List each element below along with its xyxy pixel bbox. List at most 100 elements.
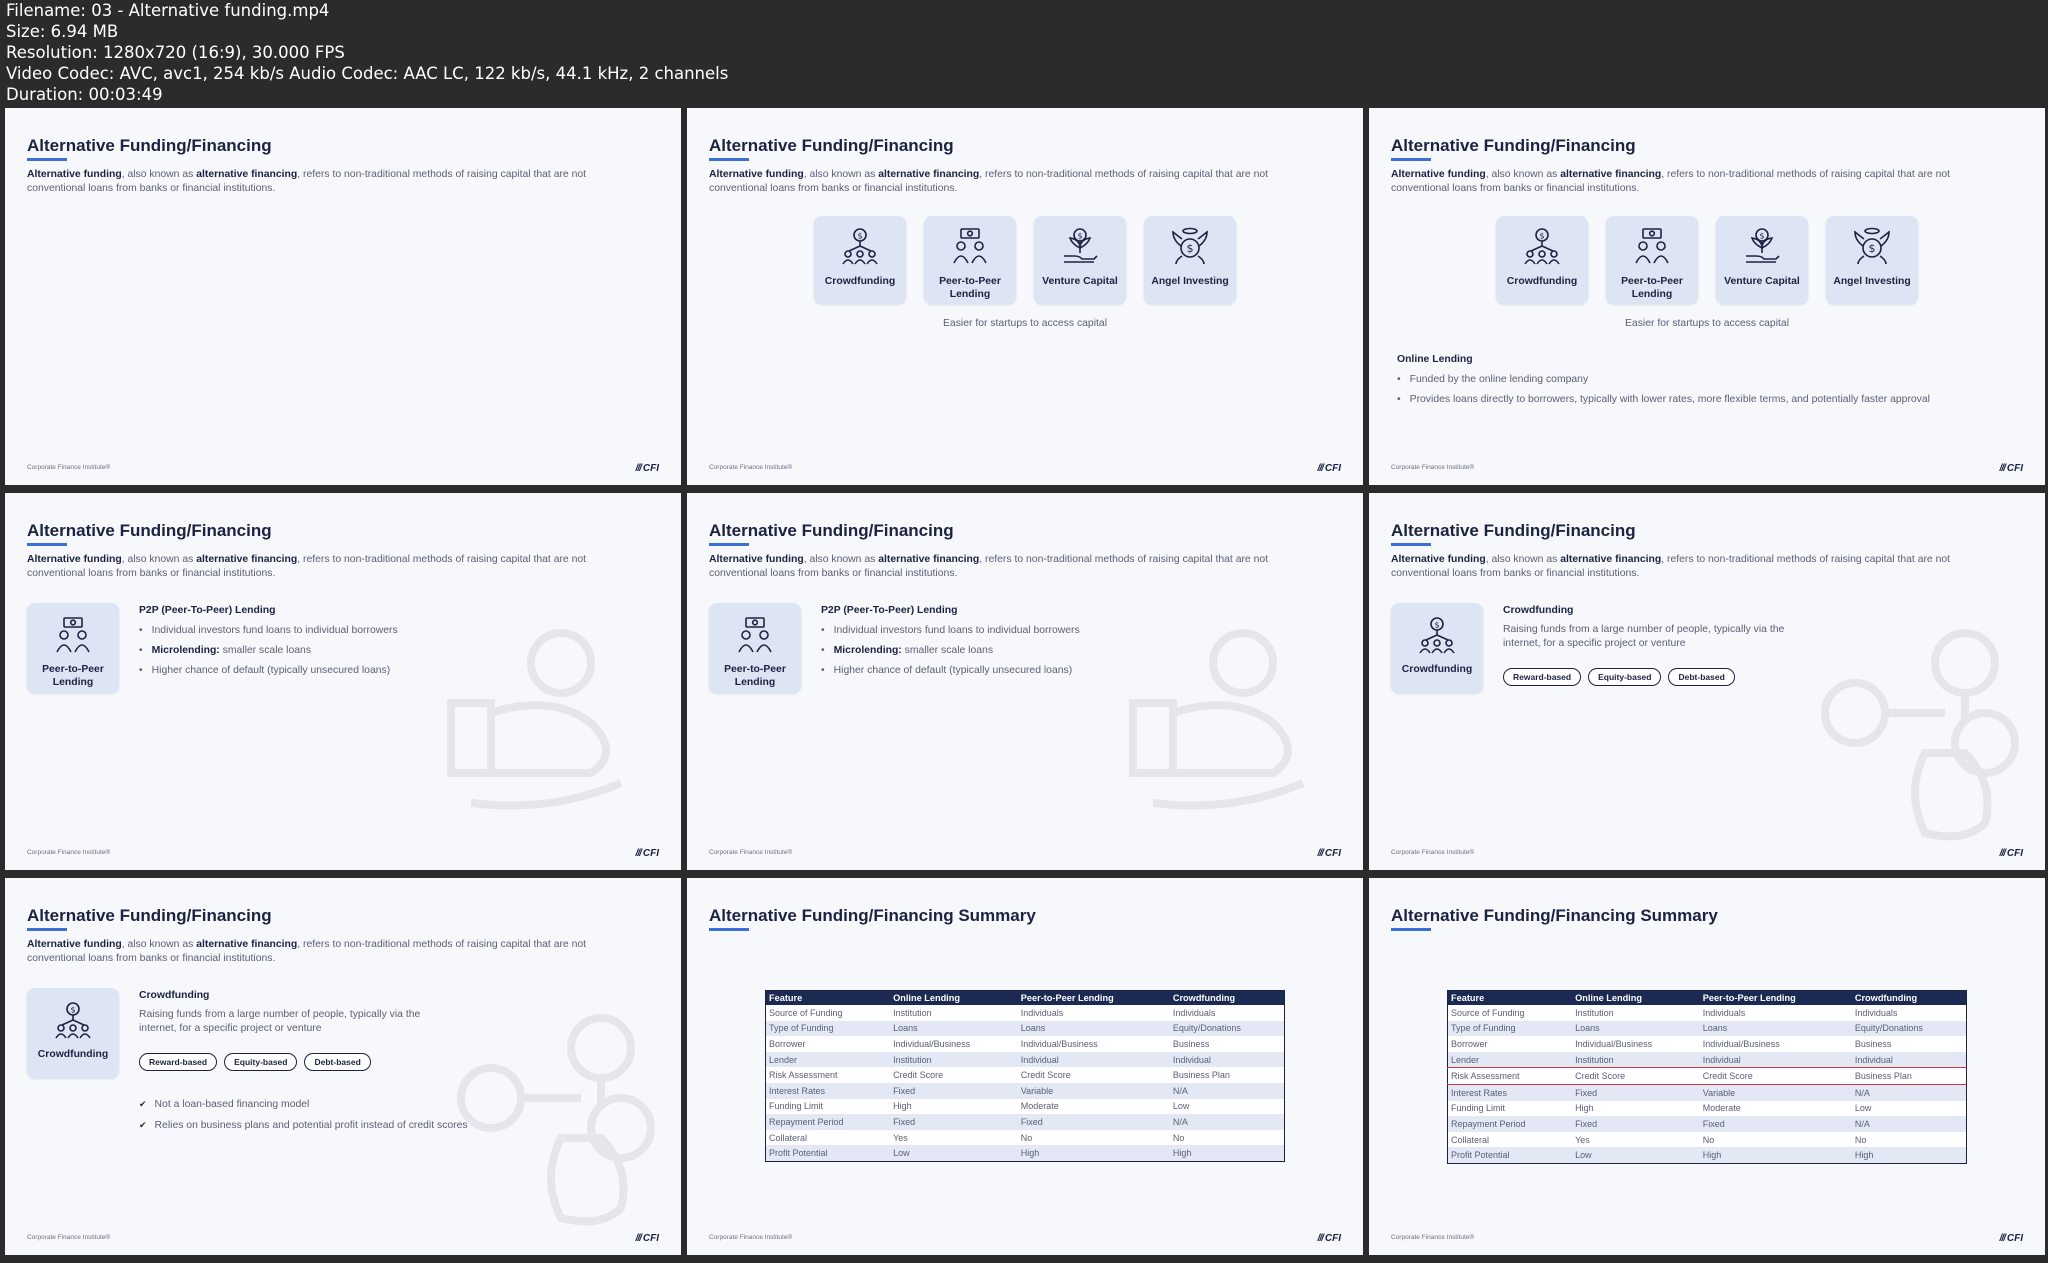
- title-underline: [709, 158, 749, 161]
- crowdfunding-card[interactable]: $ Crowdfunding: [1391, 603, 1483, 693]
- slide-thumbnail-4[interactable]: Alternative Funding/Financing Alternativ…: [5, 493, 681, 870]
- crowdfunding-heading: Crowdfunding: [1503, 605, 1574, 616]
- table-row: Interest Rates Fixed Variable N/A: [1447, 1084, 1967, 1101]
- table-cell: Source of Funding: [1447, 1005, 1573, 1021]
- peer-to-peer-card[interactable]: Peer-to-Peer Lending: [1606, 216, 1698, 304]
- table-cell: Fixed: [890, 1082, 1018, 1099]
- slide-title: Alternative Funding/Financing: [27, 906, 272, 925]
- slide-thumbnail-5[interactable]: Alternative Funding/Financing Alternativ…: [687, 493, 1363, 870]
- peer-to-peer-icon: [735, 603, 775, 660]
- crowdfunding-checklist: Not a loan-based financing modelRelies o…: [139, 1094, 468, 1136]
- peer-to-peer-card[interactable]: Peer-to-Peer Lending: [27, 603, 119, 693]
- table-cell: Fixed: [1572, 1084, 1700, 1101]
- slide-thumbnail-3[interactable]: Alternative Funding/Financing Alternativ…: [1369, 108, 2045, 485]
- table-cell: Individuals: [1699, 1005, 1852, 1021]
- bullet-item: Individual investors fund loans to indiv…: [821, 621, 1080, 641]
- cfi-logo: ///CFI: [1317, 463, 1341, 474]
- table-cell: Yes: [1572, 1131, 1700, 1148]
- slide-thumbnail-7[interactable]: Alternative Funding/Financing Alternativ…: [5, 878, 681, 1255]
- table-row: Source of Funding Institution Individuals I…: [1447, 1005, 1967, 1021]
- title-underline: [1391, 543, 1431, 546]
- table-cell: High: [1572, 1100, 1700, 1117]
- slide-footer: Corporate Finance Institute®: [709, 464, 793, 471]
- table-header-cell: Peer-to-Peer Lending: [1017, 990, 1170, 1005]
- crowdfunding-type-pill[interactable]: Equity-based: [224, 1053, 298, 1071]
- venture-capital-card[interactable]: $ Venture Capital: [1716, 216, 1808, 304]
- table-cell: Institution: [890, 1051, 1018, 1068]
- svg-text:$: $: [1187, 242, 1194, 255]
- svg-text:$: $: [1869, 242, 1876, 255]
- angel-investing-card[interactable]: $ Angel Investing: [1144, 216, 1236, 304]
- crowdfunding-icon: $: [1417, 603, 1457, 660]
- slide-description: Alternative funding, also known as alter…: [1391, 169, 1951, 194]
- crowdfunding-card[interactable]: $ Crowdfunding: [27, 988, 119, 1078]
- table-header-cell: Crowdfunding: [1851, 990, 1967, 1005]
- card-label: Crowdfunding: [1506, 276, 1578, 287]
- slide-thumbnail-2[interactable]: Alternative Funding/Financing Alternativ…: [687, 108, 1363, 485]
- table-cell: Collateral: [1447, 1131, 1573, 1148]
- angel-investing-card[interactable]: $ Angel Investing: [1826, 216, 1918, 304]
- table-row: Interest Rates Fixed Variable N/A: [765, 1082, 1285, 1099]
- thumbnail-grid: Alternative Funding/Financing Alternativ…: [5, 108, 2045, 1255]
- crowdfunding-type-pill[interactable]: Reward-based: [139, 1053, 218, 1071]
- slide-title: Alternative Funding/Financing Summary: [709, 906, 1036, 925]
- slide-description: Alternative funding, also known as alter…: [709, 554, 1269, 579]
- table-cell: Risk Assessment: [1447, 1067, 1573, 1085]
- bullet-item: Provides loans directly to borrowers, ty…: [1397, 390, 1930, 410]
- table-cell: Institution: [1572, 1051, 1700, 1068]
- card-label: Venture Capital: [1724, 276, 1800, 287]
- bullet-item: Microlending: smaller scale loans: [139, 641, 398, 661]
- table-cell: Low: [890, 1145, 1018, 1162]
- venture-capital-icon: $: [1742, 216, 1782, 271]
- peer-to-peer-card[interactable]: Peer-to-Peer Lending: [924, 216, 1016, 304]
- table-header-cell: Feature: [765, 990, 891, 1005]
- table-cell: N/A: [1169, 1114, 1285, 1130]
- table-row: Funding Limit High Moderate Low: [765, 1098, 1285, 1115]
- title-underline: [1391, 928, 1431, 931]
- slide-footer: Corporate Finance Institute®: [709, 849, 793, 856]
- venture-capital-card[interactable]: $ Venture Capital: [1034, 216, 1126, 304]
- title-underline: [27, 158, 67, 161]
- table-header-row: Feature Online Lending Peer-to-Peer Lendin…: [765, 990, 1285, 1005]
- table-cell: Repayment Period: [765, 1114, 891, 1130]
- slide-thumbnail-1[interactable]: Alternative Funding/Financing Alternativ…: [5, 108, 681, 485]
- table-header-cell: Peer-to-Peer Lending: [1699, 990, 1852, 1005]
- hand-money-watermark-icon: [1129, 629, 1305, 810]
- crowdfunding-type-pill[interactable]: Reward-based: [1503, 668, 1582, 686]
- table-cell: N/A: [1851, 1116, 1967, 1132]
- check-item: Relies on business plans and potential p…: [139, 1115, 468, 1136]
- peer-to-peer-card[interactable]: Peer-to-Peer Lending: [709, 603, 801, 693]
- card-label: Peer-to-Peer Lending: [1621, 276, 1683, 300]
- cards-caption: Easier for startups to access capital: [1624, 318, 1789, 329]
- cfi-logo: ///CFI: [1317, 848, 1341, 859]
- bullet-item: Individual investors fund loans to indiv…: [139, 621, 398, 641]
- slide-thumbnail-8[interactable]: Alternative Funding/Financing Summary Co…: [687, 878, 1363, 1255]
- resolution-text: Resolution: 1280x720 (16:9), 30.000 FPS: [6, 43, 345, 62]
- table-cell: Individuals: [1017, 1005, 1170, 1021]
- table-cell: Borrower: [765, 1036, 891, 1052]
- table-row: Repayment Period Fixed Fixed N/A: [1447, 1116, 1967, 1132]
- table-cell: Profit Potential: [765, 1145, 891, 1162]
- crowdfunding-type-pill[interactable]: Debt-based: [1668, 668, 1735, 686]
- table-cell: Profit Potential: [1447, 1147, 1573, 1164]
- crowd-money-watermark-icon: [457, 1014, 655, 1226]
- table-header-cell: Crowdfunding: [1169, 990, 1285, 1005]
- table-cell: Fixed: [1572, 1116, 1700, 1132]
- crowdfunding-card[interactable]: $ Crowdfunding: [814, 216, 906, 304]
- funding-type-cards: $ Crowdfunding Peer-to-Peer Lending $ Ventur…: [1369, 216, 2045, 304]
- crowdfunding-type-pill[interactable]: Debt-based: [304, 1053, 371, 1071]
- crowdfunding-card[interactable]: $ Crowdfunding: [1496, 216, 1588, 304]
- slide-footer: Corporate Finance Institute®: [1391, 1234, 1475, 1241]
- crowdfunding-type-pill[interactable]: Equity-based: [1588, 668, 1662, 686]
- slide-thumbnail-9[interactable]: Alternative Funding/Financing Summary Co…: [1369, 878, 2045, 1255]
- table-cell: High: [1017, 1145, 1170, 1162]
- table-cell: High: [1851, 1147, 1967, 1164]
- cfi-logo: ///CFI: [1317, 1233, 1341, 1244]
- svg-text:$: $: [1077, 232, 1082, 241]
- crowdfunding-icon: $: [1522, 216, 1562, 271]
- table-cell: Institution: [1572, 1005, 1700, 1021]
- table-cell: Low: [1572, 1147, 1700, 1164]
- slide-thumbnail-6[interactable]: Alternative Funding/Financing Alternativ…: [1369, 493, 2045, 870]
- slide-footer: Corporate Finance Institute®: [1391, 849, 1475, 856]
- microlending-label: Microlending:: [151, 645, 220, 656]
